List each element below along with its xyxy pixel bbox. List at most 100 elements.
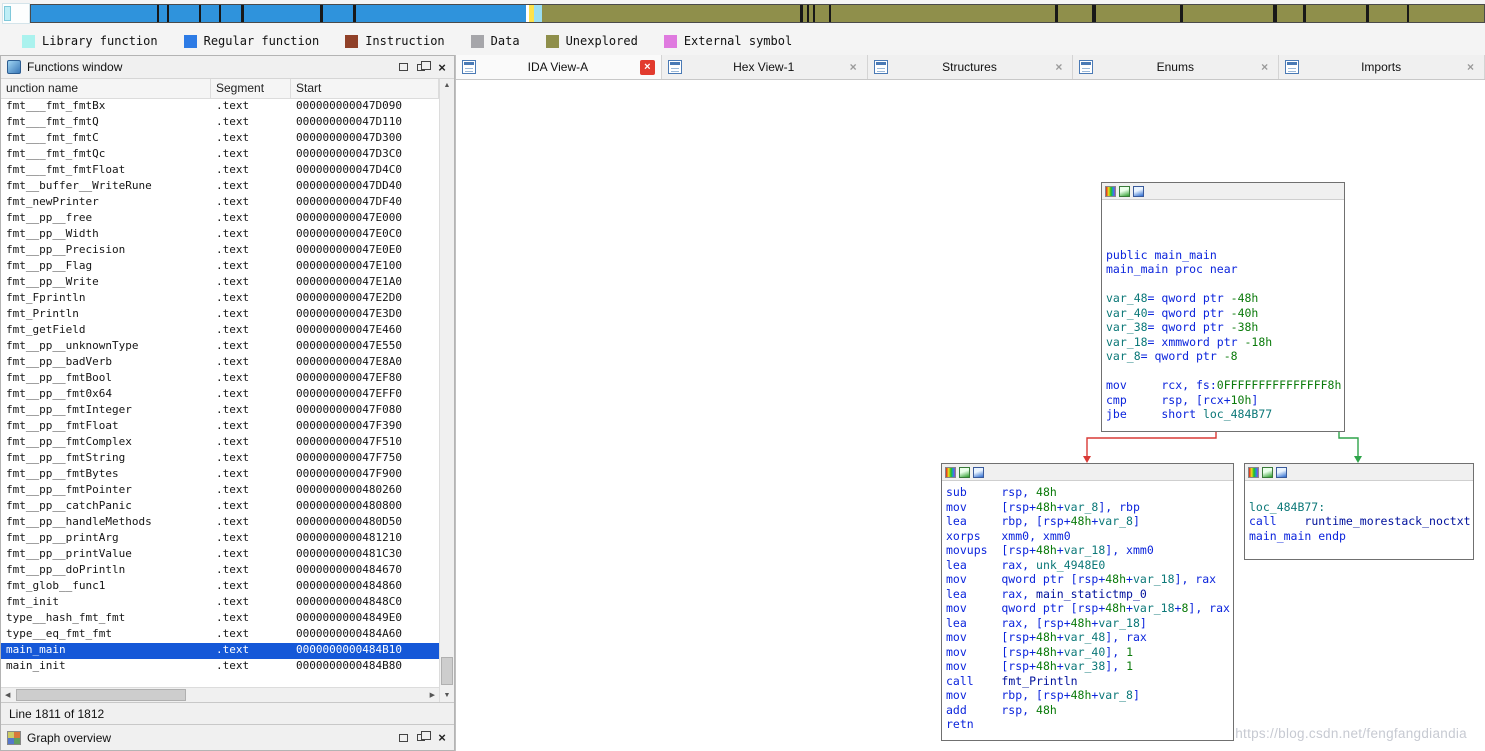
table-row[interactable]: fmt__pp__Precision.text000000000047E0E0 — [1, 243, 439, 259]
float-icon[interactable] — [417, 734, 425, 741]
vertical-scroll-thumb[interactable] — [441, 657, 453, 685]
table-row[interactable]: fmt___fmt_fmtQ.text000000000047D110 — [1, 115, 439, 131]
column-function-name[interactable]: unction name — [1, 79, 211, 98]
table-row[interactable]: fmt__buffer__WriteRune.text000000000047D… — [1, 179, 439, 195]
column-segment[interactable]: Segment — [211, 79, 291, 98]
functions-window-titlebar[interactable]: Functions window × — [1, 56, 454, 79]
table-row[interactable]: fmt_init.text00000000004848C0 — [1, 595, 439, 611]
node-color-icon[interactable] — [1105, 186, 1116, 197]
table-row[interactable]: main_init.text0000000000484B80 — [1, 659, 439, 675]
nav-band-segment[interactable] — [31, 5, 157, 22]
table-row[interactable]: fmt_Fprintln.text000000000047E2D0 — [1, 291, 439, 307]
table-row[interactable]: fmt__pp__doPrintln.text0000000000484670 — [1, 563, 439, 579]
table-row[interactable]: fmt__pp__catchPanic.text0000000000480800 — [1, 499, 439, 515]
node-group-icon[interactable] — [1276, 467, 1287, 478]
tab-close-icon[interactable]: × — [1463, 60, 1478, 75]
node-loc-484B77[interactable]: loc_484B77:call runtime_morestack_noctxt… — [1244, 463, 1474, 560]
scroll-left-icon[interactable]: ◀ — [3, 689, 12, 702]
nav-band-handle[interactable] — [2, 3, 30, 24]
table-row[interactable]: fmt___fmt_fmtBx.text000000000047D090 — [1, 99, 439, 115]
restore-icon[interactable] — [399, 734, 408, 742]
node-title-bar[interactable] — [942, 464, 1233, 481]
table-row[interactable]: fmt__pp__fmtBool.text000000000047EF80 — [1, 371, 439, 387]
table-row[interactable]: fmt_newPrinter.text000000000047DF40 — [1, 195, 439, 211]
table-row[interactable]: fmt__pp__fmtString.text000000000047F750 — [1, 451, 439, 467]
column-start[interactable]: Start — [291, 79, 439, 98]
scroll-right-icon[interactable]: ▶ — [428, 689, 437, 702]
nav-band-segment[interactable] — [356, 5, 526, 22]
table-row[interactable]: fmt_getField.text000000000047E460 — [1, 323, 439, 339]
table-row[interactable]: fmt__pp__fmtInteger.text000000000047F080 — [1, 403, 439, 419]
tab-close-icon[interactable]: × — [640, 60, 655, 75]
table-row[interactable]: main_main.text0000000000484B10 — [1, 643, 439, 659]
node-group-icon[interactable] — [973, 467, 984, 478]
table-row[interactable]: fmt__pp__fmtPointer.text0000000000480260 — [1, 483, 439, 499]
table-row[interactable]: type__hash_fmt_fmt.text00000000004849E0 — [1, 611, 439, 627]
table-row[interactable]: type__eq_fmt_fmt.text0000000000484A60 — [1, 627, 439, 643]
node-color-icon[interactable] — [945, 467, 956, 478]
node-main-main-body[interactable]: sub rsp, 48hmov [rsp+48h+var_8], rbplea … — [941, 463, 1234, 741]
table-row[interactable]: fmt__pp__Write.text000000000047E1A0 — [1, 275, 439, 291]
nav-band-segment[interactable] — [542, 5, 800, 22]
nav-band-segment[interactable] — [244, 5, 320, 22]
table-row[interactable]: fmt_glob__func1.text0000000000484860 — [1, 579, 439, 595]
tab-structures[interactable]: Structures× — [868, 55, 1074, 79]
tab-close-icon[interactable]: × — [846, 60, 861, 75]
table-row[interactable]: fmt_Println.text000000000047E3D0 — [1, 307, 439, 323]
nav-band-segment[interactable] — [1183, 5, 1273, 22]
nav-band-segment[interactable] — [534, 5, 542, 22]
nav-band-segment[interactable] — [201, 5, 219, 22]
table-row[interactable]: fmt__pp__Width.text000000000047E0C0 — [1, 227, 439, 243]
nav-band[interactable] — [30, 4, 1485, 23]
table-row[interactable]: fmt__pp__printArg.text0000000000481210 — [1, 531, 439, 547]
nav-band-segment[interactable] — [1306, 5, 1366, 22]
horizontal-scrollbar[interactable]: ◀ ▶ — [1, 687, 439, 702]
table-row[interactable]: fmt___fmt_fmtQc.text000000000047D3C0 — [1, 147, 439, 163]
table-row[interactable]: fmt__pp__fmtFloat.text000000000047F390 — [1, 419, 439, 435]
nav-band-segment[interactable] — [1277, 5, 1303, 22]
table-row[interactable]: fmt__pp__handleMethods.text0000000000480… — [1, 515, 439, 531]
nav-band-segment[interactable] — [1096, 5, 1180, 22]
table-row[interactable]: fmt__pp__fmtComplex.text000000000047F510 — [1, 435, 439, 451]
node-image-icon[interactable] — [959, 467, 970, 478]
nav-band-segment[interactable] — [221, 5, 241, 22]
vertical-scrollbar[interactable]: ▲ ▼ — [439, 79, 454, 702]
tab-imports[interactable]: Imports× — [1279, 55, 1485, 79]
restore-icon[interactable] — [399, 63, 408, 71]
node-group-icon[interactable] — [1133, 186, 1144, 197]
table-row[interactable]: fmt__pp__printValue.text0000000000481C30 — [1, 547, 439, 563]
float-icon[interactable] — [417, 64, 425, 71]
nav-band-segment[interactable] — [1058, 5, 1092, 22]
tab-close-icon[interactable]: × — [1257, 60, 1272, 75]
table-row[interactable]: fmt__pp__unknownType.text000000000047E55… — [1, 339, 439, 355]
nav-band-segment[interactable] — [159, 5, 167, 22]
nav-band-segment[interactable] — [1369, 5, 1407, 22]
table-row[interactable]: fmt__pp__fmtBytes.text000000000047F900 — [1, 467, 439, 483]
scroll-up-icon[interactable]: ▲ — [442, 79, 453, 92]
nav-band-segment[interactable] — [323, 5, 353, 22]
table-row[interactable]: fmt__pp__Flag.text000000000047E100 — [1, 259, 439, 275]
graph-overview-titlebar[interactable]: Graph overview × — [1, 724, 454, 750]
tab-hex-view-1[interactable]: Hex View-1× — [662, 55, 868, 79]
node-title-bar[interactable] — [1245, 464, 1473, 481]
node-main-main-header[interactable]: public main_mainmain_main proc near var_… — [1101, 182, 1345, 432]
table-row[interactable]: fmt___fmt_fmtFloat.text000000000047D4C0 — [1, 163, 439, 179]
tab-close-icon[interactable]: × — [1051, 60, 1066, 75]
table-row[interactable]: fmt__pp__fmt0x64.text000000000047EFF0 — [1, 387, 439, 403]
node-color-icon[interactable] — [1248, 467, 1259, 478]
table-row[interactable]: fmt___fmt_fmtC.text000000000047D300 — [1, 131, 439, 147]
node-title-bar[interactable] — [1102, 183, 1344, 200]
node-image-icon[interactable] — [1262, 467, 1273, 478]
table-row[interactable]: fmt__pp__free.text000000000047E000 — [1, 211, 439, 227]
nav-band-segment[interactable] — [1409, 5, 1484, 22]
nav-band-segment[interactable] — [169, 5, 199, 22]
tab-ida-view-a[interactable]: IDA View-A× — [456, 55, 662, 79]
scroll-down-icon[interactable]: ▼ — [442, 689, 453, 702]
graph-canvas[interactable]: https://blog.csdn.net/fengfangdiandia pu… — [456, 80, 1485, 751]
node-image-icon[interactable] — [1119, 186, 1130, 197]
horizontal-scroll-thumb[interactable] — [16, 689, 186, 701]
close-icon[interactable]: × — [436, 60, 448, 74]
table-row[interactable]: fmt__pp__badVerb.text000000000047E8A0 — [1, 355, 439, 371]
close-icon[interactable]: × — [436, 731, 448, 745]
nav-band-segment[interactable] — [831, 5, 1055, 22]
